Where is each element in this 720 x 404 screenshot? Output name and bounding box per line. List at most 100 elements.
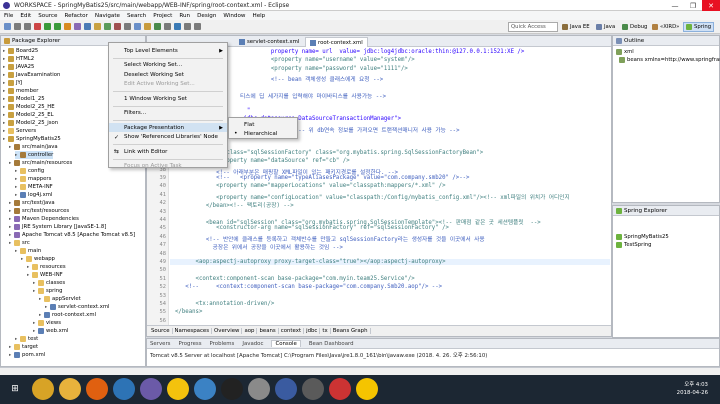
toolbar-button-icon[interactable] [134,23,141,30]
menu-design[interactable]: Design [197,13,216,19]
tree-item[interactable]: ▸ Model1_25 [3,95,45,103]
editor-bottom-tab[interactable]: Beans Graph [331,328,371,334]
editor-bottom-tab[interactable]: context [279,328,305,334]
taskbar-app-app12-icon[interactable] [329,378,351,400]
tree-item[interactable]: ▸ Maven Dependencies [9,215,79,223]
tree-item[interactable]: ▸ config [15,167,44,175]
tree-item[interactable]: ▸ SpringMyBatis25 [3,135,61,143]
menu-item[interactable]: ⇆ Link with Editor [109,147,227,156]
perspective-3[interactable]: «XIRD» [652,22,679,32]
taskbar-app-app6-icon[interactable] [167,378,189,400]
menu-project[interactable]: Project [153,13,172,19]
tree-item[interactable]: ▸ views [33,319,61,327]
tree-item[interactable]: ▸ WEB-INF [27,271,63,279]
console-tab-problems[interactable]: Problems [210,341,235,347]
toolbar-button-icon[interactable] [144,23,151,30]
console-tab-bean-dashboard[interactable]: Bean Dashboard [309,341,354,347]
perspective-1[interactable]: Java [596,22,615,32]
tree-item[interactable]: ▸ JavaExamination [3,71,60,79]
toolbar-button-icon[interactable] [164,23,171,30]
menu-item[interactable]: Select Working Set... [109,61,227,70]
menu-item[interactable]: Deselect Working Set [109,70,227,79]
toolbar-button-icon[interactable] [24,23,31,30]
tree-item[interactable]: ▸ Servers [3,127,36,135]
perspective-2[interactable]: Debug [622,22,647,32]
taskbar-app-player-icon[interactable] [86,378,108,400]
taskbar-app-app13-icon[interactable] [356,378,378,400]
tree-item[interactable]: ▸ src/main/resources [9,159,72,167]
outline-item[interactable]: xml [616,48,634,56]
menu-item[interactable]: Package Presentation ▶ [109,123,227,132]
console-tab-servers[interactable]: Servers [150,341,171,347]
taskbar-app-app10-icon[interactable] [275,378,297,400]
tree-item[interactable]: ▸ src/main/java [9,143,58,151]
menu-file[interactable]: File [4,13,13,19]
tree-item[interactable]: ▸ Board25 [3,47,38,55]
tree-item[interactable]: ▸ appServlet [39,295,81,303]
menu-item[interactable]: 1 Window Working Set [109,94,227,103]
editor-bottom-tab[interactable]: beans [257,328,279,334]
perspective-4[interactable]: Spring [683,22,715,32]
menu-window[interactable]: Window [223,13,245,19]
minimize-button[interactable]: — [666,0,684,11]
console-tab-javadoc[interactable]: Javadoc [242,341,263,347]
editor-bottom-tab[interactable]: tx [320,328,331,334]
menu-refactor[interactable]: Refactor [64,13,87,19]
menu-item[interactable]: ✓ Show 'Referenced Libraries' Node [109,133,227,142]
submenu-item[interactable]: • Hierarchical [229,129,297,138]
menu-help[interactable]: Help [252,13,265,19]
tree-item[interactable]: ▸ pom.xml [9,351,45,359]
editor-tab[interactable]: root-context.xml [305,37,368,47]
editor-bottom-tab[interactable]: Namespaces [173,328,213,334]
taskbar-app-app5-icon[interactable] [140,378,162,400]
menu-item[interactable]: Top Level Elements ▶ [109,46,227,55]
editor-bottom-tab[interactable]: aop [242,328,258,334]
toolbar-button-icon[interactable] [44,23,51,30]
tree-item[interactable]: ▸ Apache Tomcat v8.5 [Apache Tomcat v8.5] [9,231,135,239]
tree-item[interactable]: ▸ target [9,343,38,351]
system-clock[interactable]: 오후 4:03 2018-04-26 [677,381,708,397]
taskbar-app-app11-icon[interactable] [302,378,324,400]
toolbar-button-icon[interactable] [154,23,161,30]
toolbar-button-icon[interactable] [64,23,71,30]
toolbar-button-icon[interactable] [184,23,191,30]
tree-item[interactable]: ▸ resources [27,263,66,271]
tree-item[interactable]: ▸ META-INF [15,183,53,191]
tree-item[interactable]: ▸ classes [33,279,65,287]
quick-access-input[interactable]: Quick Access [508,22,558,32]
toolbar-button-icon[interactable] [84,23,91,30]
tree-item[interactable]: ▸ webapp [21,255,55,263]
menu-item[interactable]: Filters... [109,109,227,118]
outline-item[interactable]: beans xmlns=http://www.springframe [619,56,720,64]
tree-item[interactable]: ▸ servlet-context.xml [45,303,109,311]
taskbar-app-explorer-icon[interactable] [59,378,81,400]
console-tab-progress[interactable]: Progress [179,341,202,347]
tree-item[interactable]: ▸ spring [33,287,63,295]
tree-item[interactable]: ▸ Model2_25_EL [3,111,54,119]
menu-source[interactable]: Source [38,13,57,19]
taskbar-app-app7-icon[interactable] [194,378,216,400]
taskbar-app-app8-icon[interactable] [221,378,243,400]
tree-item[interactable]: ▸ Model2_25_HE [3,103,55,111]
tree-item[interactable]: ▸ src/test/resources [9,207,69,215]
taskbar-app-photoshop-icon[interactable] [113,378,135,400]
tree-item[interactable]: ▸ mappers [15,175,51,183]
editor-bottom-tab[interactable]: Overview [212,328,243,334]
start-button[interactable]: ⊞ [4,378,26,400]
tree-item[interactable]: ▸ main [15,247,41,255]
tree-item[interactable]: ▸ test [15,335,38,343]
tree-item[interactable]: ▸ log4j.xml [15,191,52,199]
menu-run[interactable]: Run [179,13,190,19]
menu-navigate[interactable]: Navigate [95,13,120,19]
tree-item[interactable]: ▸ Model2_25_json [3,119,58,127]
perspective-0[interactable]: Java EE [562,22,590,32]
tree-item[interactable]: ▸ src [9,239,30,247]
tree-item[interactable]: ▸ JRE System Library [JavaSE-1.8] [9,223,106,231]
menu-search[interactable]: Search [127,13,146,19]
editor-tab[interactable]: servlet-context.xml [235,37,303,47]
tree-item[interactable]: ▸ HTML2 [3,55,34,63]
console-tab-console[interactable]: Console [271,340,301,347]
spring-project-item[interactable]: TestSpring [616,241,652,249]
editor-bottom-tab[interactable]: Source [149,328,173,334]
tree-item[interactable]: ▸ controller [15,151,54,159]
